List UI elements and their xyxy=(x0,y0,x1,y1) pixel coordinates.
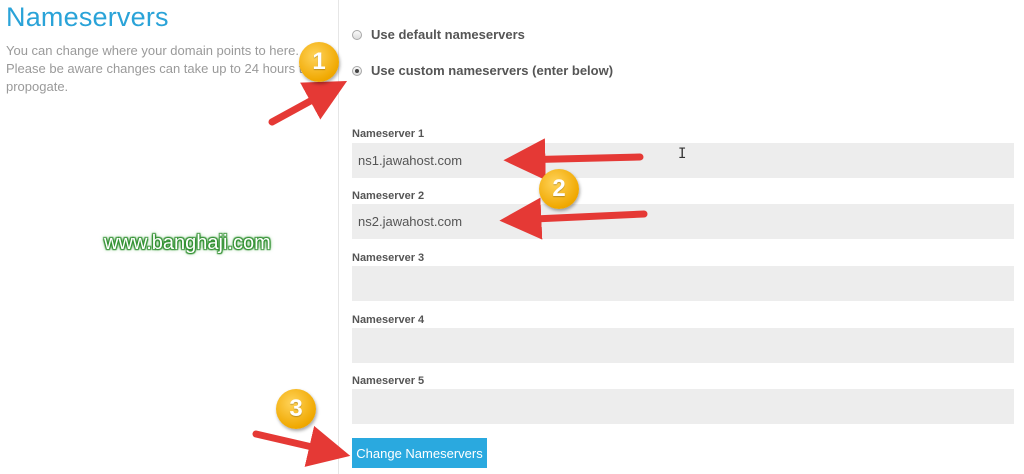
arrow-to-nameserver-2 xyxy=(499,197,648,240)
arrow-to-custom-option xyxy=(268,80,348,126)
arrow-to-nameserver-1 xyxy=(503,138,644,181)
step-badge-3: 3 xyxy=(276,389,316,429)
arrow-to-submit-button xyxy=(252,425,351,467)
annotation-arrows xyxy=(252,80,648,467)
step-badge-1: 1 xyxy=(299,42,339,82)
step-badge-2: 2 xyxy=(539,169,579,209)
